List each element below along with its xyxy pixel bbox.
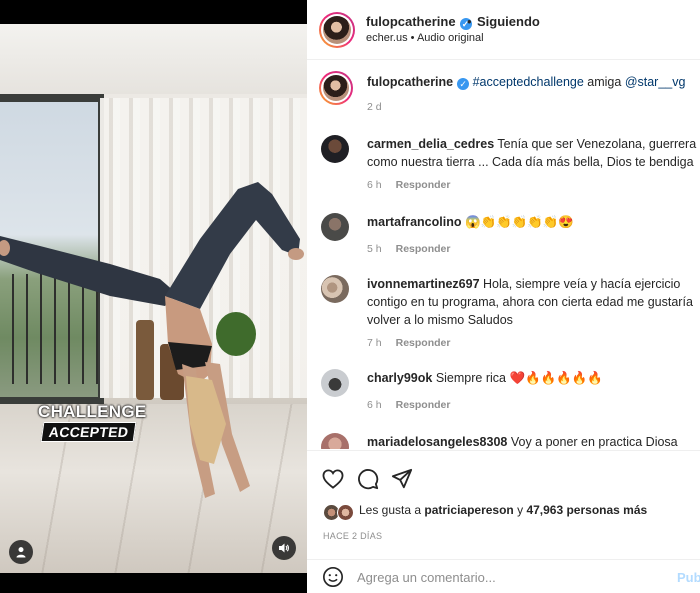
comment-time[interactable]: 7 h	[367, 337, 382, 349]
comment-username[interactable]: charly99ok	[367, 371, 432, 385]
author-avatar[interactable]	[319, 12, 355, 48]
following-button[interactable]: Siguiendo	[477, 14, 540, 29]
comment-time[interactable]: 5 h	[367, 243, 382, 255]
send-icon	[391, 468, 413, 489]
caption-meta: 2 d	[367, 101, 382, 113]
caption-avatar[interactable]	[319, 71, 353, 105]
liker-avatar[interactable]	[337, 504, 354, 521]
likes-summary: Les gusta a patriciapereson y 47,963 per…	[359, 503, 647, 517]
commenter-avatar[interactable]	[321, 369, 349, 397]
author-username[interactable]: fulopcatherine ✓	[366, 14, 472, 30]
comment-body: mariadelosangeles8308 Voy a poner en pra…	[367, 433, 700, 449]
header-separator: •	[467, 14, 472, 29]
caption-text: amiga	[583, 75, 625, 89]
comment-meta: 7 h Responder	[367, 337, 450, 349]
likes-count[interactable]: 47,963 personas más	[526, 503, 647, 517]
likes-prefix: Les gusta a	[359, 503, 425, 517]
sticker-line-2: ACCEPTED	[40, 422, 137, 442]
comment-body: carmen_delia_cedres Tenía que ser Venezo…	[367, 135, 700, 171]
comment-time[interactable]: 6 h	[367, 399, 382, 411]
post-comment-button[interactable]: Publicar	[677, 570, 700, 585]
caption-body: fulopcatherine ✓ #acceptedchallenge amiga…	[367, 73, 700, 91]
caption-username[interactable]: fulopcatherine	[367, 75, 453, 89]
comment-text: Siempre rica ❤️🔥🔥🔥🔥🔥	[435, 371, 603, 385]
commenter-avatar[interactable]	[321, 433, 349, 449]
comment-input[interactable]: Agrega un comentario...	[357, 570, 496, 585]
comment-body: ivonnemartinez697 Hola, siempre veía y h…	[367, 275, 700, 329]
reply-button[interactable]: Responder	[396, 243, 451, 255]
video-frame[interactable]: CHALLENGE ACCEPTED	[0, 24, 307, 573]
comment-button[interactable]	[356, 467, 380, 491]
audio-toggle-button[interactable]	[272, 536, 296, 560]
post-media: CHALLENGE ACCEPTED	[0, 0, 307, 593]
comment-time[interactable]: 6 h	[367, 179, 382, 191]
post-panel: fulopcatherine ✓ • Siguiendo echer.us • A…	[307, 0, 700, 593]
comment-meta: 6 h Responder	[367, 179, 450, 191]
smiley-icon	[323, 567, 343, 587]
audio-source[interactable]: echer.us • Audio original	[366, 32, 484, 44]
comment-meta: 5 h Responder	[367, 243, 450, 255]
handstand-figure	[0, 182, 304, 498]
post-timestamp[interactable]: HACE 2 DÍAS	[323, 531, 382, 541]
person-icon	[16, 547, 26, 558]
caption-hashtag[interactable]: #acceptedchallenge	[473, 75, 584, 89]
verified-badge-icon: ✓	[457, 78, 470, 90]
speaker-icon	[279, 543, 289, 553]
caption-time[interactable]: 2 d	[367, 101, 382, 113]
reply-button[interactable]: Responder	[396, 179, 451, 191]
comment-icon	[358, 469, 379, 490]
comment-username[interactable]: carmen_delia_cedres	[367, 137, 494, 151]
challenge-accepted-sticker: CHALLENGE ACCEPTED	[38, 402, 147, 442]
likes-mid: y	[513, 503, 527, 517]
comment-username[interactable]: mariadelosangeles8308	[367, 435, 507, 449]
emoji-button[interactable]	[321, 565, 345, 589]
sticker-line-1: CHALLENGE	[38, 402, 147, 421]
caption-mention[interactable]: @star__vg	[625, 75, 686, 89]
comment-username[interactable]: ivonnemartinez697	[367, 277, 480, 291]
post-actions: Les gusta a patriciapereson y 47,963 per…	[307, 450, 700, 570]
commenter-avatar[interactable]	[321, 275, 349, 303]
reply-button[interactable]: Responder	[396, 399, 451, 411]
post-header: fulopcatherine ✓ • Siguiendo echer.us • A…	[307, 0, 700, 60]
comments-list[interactable]: fulopcatherine ✓ #acceptedchallenge amiga…	[307, 61, 700, 449]
like-button[interactable]	[321, 467, 345, 491]
comment-text: Voy a poner en practica Diosa	[510, 435, 678, 449]
comment-body: charly99ok Siempre rica ❤️🔥🔥🔥🔥🔥	[367, 369, 700, 387]
heart-icon	[322, 469, 344, 489]
share-button[interactable]	[390, 467, 414, 491]
comment-text: 😱👏👏👏👏👏😍	[464, 215, 574, 229]
comment-body: martafrancolino 😱👏👏👏👏👏😍	[367, 213, 700, 231]
add-comment-bar: Agrega un comentario... Publicar	[307, 559, 700, 593]
reply-button[interactable]: Responder	[396, 337, 451, 349]
commenter-avatar[interactable]	[321, 213, 349, 241]
user-tag-button[interactable]	[9, 540, 33, 564]
comment-username[interactable]: martafrancolino	[367, 215, 461, 229]
likes-user[interactable]: patriciapereson	[424, 503, 513, 517]
author-username-text[interactable]: fulopcatherine	[366, 14, 456, 29]
comment-meta: 6 h Responder	[367, 399, 450, 411]
commenter-avatar[interactable]	[321, 135, 349, 163]
